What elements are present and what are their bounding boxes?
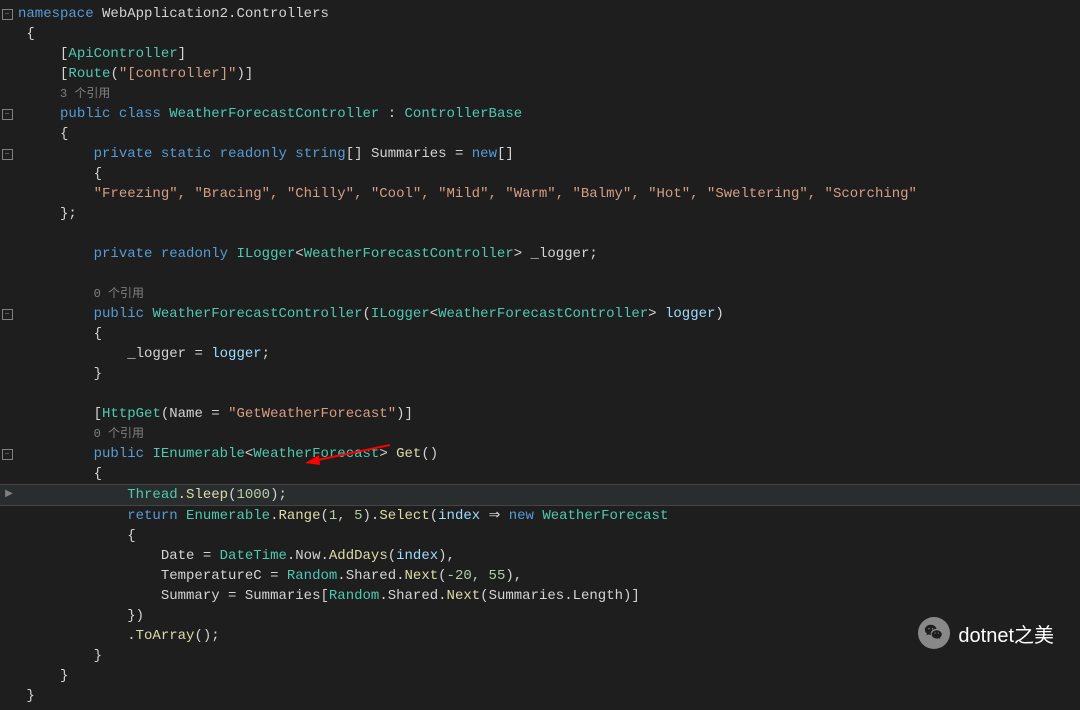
highlighted-line[interactable]: ▶ Thread.Sleep(1000); <box>0 484 1080 506</box>
code-line[interactable]: { <box>0 24 1080 44</box>
wechat-icon <box>918 617 950 649</box>
attribute: Route <box>68 66 110 82</box>
reference-count[interactable]: 0 个引用 <box>94 287 144 301</box>
code-line[interactable]: − private static readonly string[] Summa… <box>0 144 1080 164</box>
collapse-icon[interactable]: − <box>2 309 13 320</box>
watermark-text: dotnet之美 <box>958 619 1054 648</box>
code-line[interactable]: − public IEnumerable<WeatherForecast> Ge… <box>0 444 1080 464</box>
code-line[interactable]: [HttpGet(Name = "GetWeatherForecast")] <box>0 404 1080 424</box>
code-line[interactable]: Summary = Summaries[Random.Shared.Next(S… <box>0 586 1080 606</box>
code-line[interactable] <box>0 384 1080 404</box>
code-line[interactable]: [Route("[controller]")] <box>0 64 1080 84</box>
code-line[interactable]: { <box>0 164 1080 184</box>
code-line[interactable] <box>0 224 1080 244</box>
codelens-line[interactable]: 0 个引用 <box>0 424 1080 444</box>
collapse-icon[interactable]: − <box>2 109 13 120</box>
codelens-line[interactable]: 3 个引用 <box>0 84 1080 104</box>
code-line[interactable]: { <box>0 464 1080 484</box>
code-line[interactable]: Date = DateTime.Now.AddDays(index), <box>0 546 1080 566</box>
code-editor[interactable]: −namespace WebApplication2.Controllers {… <box>0 0 1080 710</box>
code-line[interactable]: − public WeatherForecastController(ILogg… <box>0 304 1080 324</box>
code-line[interactable]: } <box>0 646 1080 666</box>
string-literal: "[controller]" <box>119 66 237 82</box>
code-line[interactable]: } <box>0 686 1080 706</box>
code-line[interactable]: { <box>0 526 1080 546</box>
reference-count[interactable]: 3 个引用 <box>60 87 110 101</box>
code-line[interactable]: "Freezing", "Bracing", "Chilly", "Cool",… <box>0 184 1080 204</box>
code-line[interactable]: }; <box>0 204 1080 224</box>
collapse-icon[interactable]: − <box>2 9 13 20</box>
reference-count[interactable]: 0 个引用 <box>94 427 144 441</box>
code-line[interactable]: [ApiController] <box>0 44 1080 64</box>
codelens-line[interactable]: 0 个引用 <box>0 284 1080 304</box>
code-line[interactable]: TemperatureC = Random.Shared.Next(-20, 5… <box>0 566 1080 586</box>
code-line[interactable] <box>0 264 1080 284</box>
namespace-name: WebApplication2.Controllers <box>102 6 329 22</box>
collapse-icon[interactable]: − <box>2 149 13 160</box>
string-array: "Freezing", "Bracing", "Chilly", "Cool",… <box>94 186 917 202</box>
code-line[interactable]: { <box>0 324 1080 344</box>
code-line[interactable]: } <box>0 364 1080 384</box>
code-line[interactable]: −namespace WebApplication2.Controllers <box>0 4 1080 24</box>
class-name: WeatherForecastController <box>169 106 379 122</box>
collapse-icon[interactable]: − <box>2 449 13 460</box>
keyword: namespace <box>18 6 94 22</box>
code-line[interactable]: − public class WeatherForecastController… <box>0 104 1080 124</box>
watermark: dotnet之美 <box>918 617 1054 649</box>
code-line[interactable]: { <box>0 124 1080 144</box>
code-line[interactable]: _logger = logger; <box>0 344 1080 364</box>
code-line[interactable]: } <box>0 666 1080 686</box>
code-line[interactable]: return Enumerable.Range(1, 5).Select(ind… <box>0 506 1080 526</box>
code-line[interactable]: private readonly ILogger<WeatherForecast… <box>0 244 1080 264</box>
attribute: ApiController <box>68 46 177 62</box>
